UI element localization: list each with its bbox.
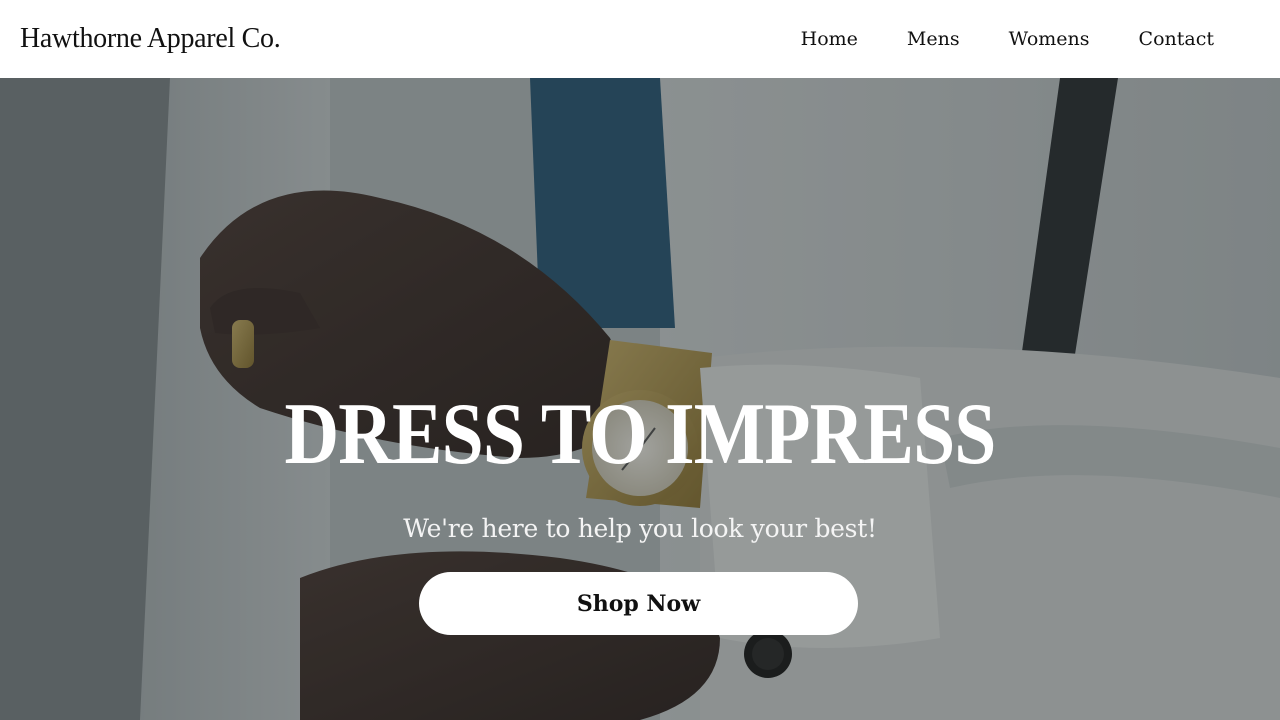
nav-item-womens[interactable]: Womens xyxy=(1009,28,1090,50)
nav-item-home[interactable]: Home xyxy=(801,28,858,50)
brand-logo[interactable]: Hawthorne Apparel Co. xyxy=(20,23,281,55)
nav-item-contact[interactable]: Contact xyxy=(1139,28,1214,50)
hero-headline: DRESS TO IMPRESS xyxy=(284,386,996,483)
hero-subtext: We're here to help you look your best! xyxy=(403,514,877,543)
hero-content: DRESS TO IMPRESS We're here to help you … xyxy=(0,78,1280,720)
shop-now-button[interactable]: Shop Now xyxy=(419,572,858,635)
hero-section: DRESS TO IMPRESS We're here to help you … xyxy=(0,78,1280,720)
nav-item-mens[interactable]: Mens xyxy=(907,28,960,50)
top-navbar: Hawthorne Apparel Co. Home Mens Womens C… xyxy=(0,0,1280,78)
main-nav: Home Mens Womens Contact xyxy=(801,28,1214,50)
